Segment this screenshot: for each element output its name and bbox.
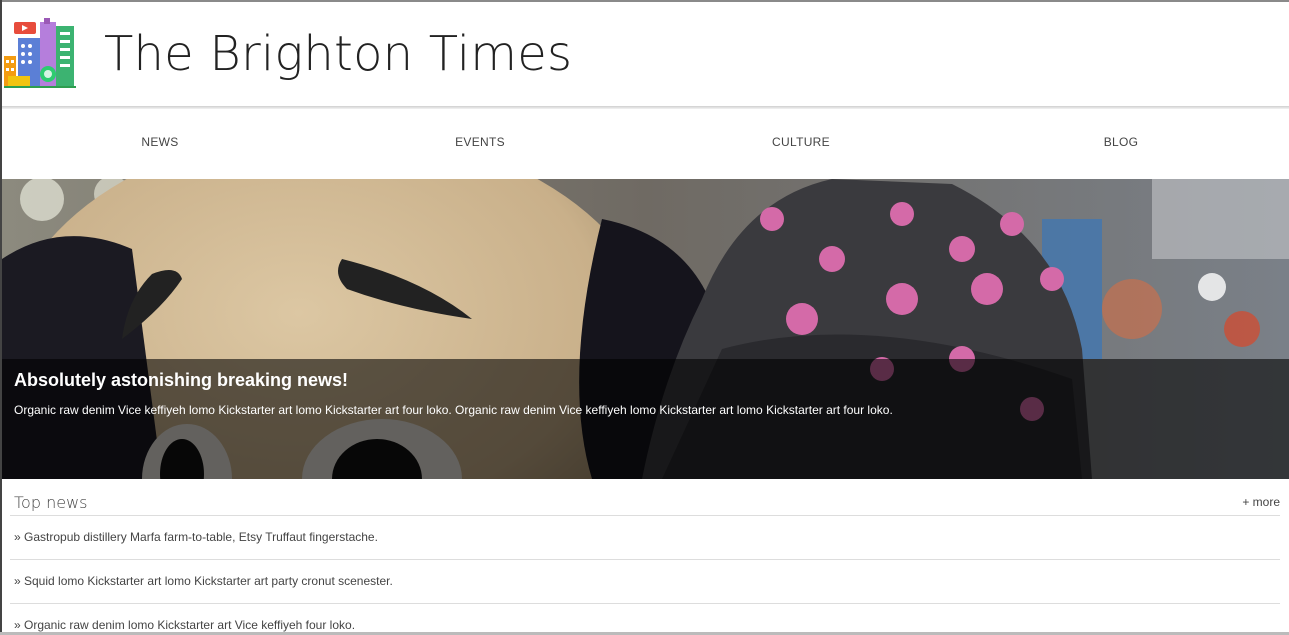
more-link[interactable]: + more — [1242, 495, 1280, 509]
left-border — [0, 0, 2, 635]
site-title[interactable]: The Brighton Times — [104, 26, 572, 82]
list-item[interactable]: » Organic raw denim lomo Kickstarter art… — [14, 618, 355, 632]
hero-banner[interactable]: Absolutely astonishing breaking news! Or… — [2, 179, 1289, 479]
list-item[interactable]: » Squid lomo Kickstarter art lomo Kickst… — [14, 574, 393, 588]
list-divider — [10, 603, 1280, 604]
section-divider — [10, 515, 1280, 516]
top-news-title: Top news — [14, 493, 88, 512]
nav-item-news[interactable]: NEWS — [141, 135, 178, 149]
nav-item-blog[interactable]: BLOG — [1104, 135, 1139, 149]
hero-headline[interactable]: Absolutely astonishing breaking news! — [14, 370, 348, 391]
list-item[interactable]: » Gastropub distillery Marfa farm-to-tab… — [14, 530, 378, 544]
site-header: The Brighton Times — [2, 2, 1289, 106]
list-divider — [10, 559, 1280, 560]
hero-summary: Organic raw denim Vice keffiyeh lomo Kic… — [14, 403, 893, 417]
city-buildings-icon[interactable] — [4, 16, 76, 88]
page: The Brighton Times NEWS EVENTS CULTURE B… — [0, 0, 1289, 635]
main-nav: NEWS EVENTS CULTURE BLOG — [2, 109, 1289, 179]
nav-item-events[interactable]: EVENTS — [455, 135, 505, 149]
nav-item-culture[interactable]: CULTURE — [772, 135, 830, 149]
